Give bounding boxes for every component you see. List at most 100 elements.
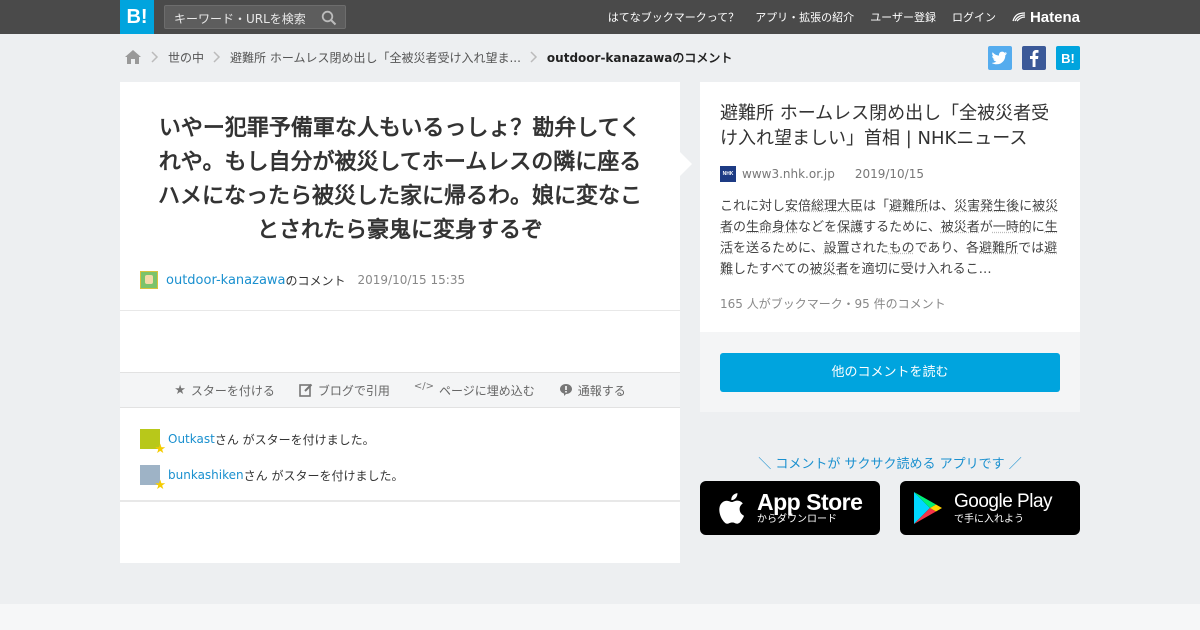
hatena-bookmark-logo[interactable]: B! — [120, 0, 154, 34]
summary-text: の — [733, 220, 747, 235]
entry-date: 2019/10/15 — [854, 167, 924, 181]
user-avatar[interactable] — [140, 271, 158, 289]
summary-text: は、 — [928, 199, 955, 214]
hatena-brand-link[interactable]: Hatena — [1012, 9, 1080, 26]
entry-title[interactable]: 避難所 ホームレス閉め出し「全被災者受け入れ望ましい」首相 | NHKニュース — [720, 101, 1065, 151]
hatena-brand-label: Hatena — [1029, 8, 1080, 26]
summary-keyword[interactable]: 避難所 — [889, 199, 928, 214]
embed-button[interactable]: </> ページに埋め込む — [413, 380, 535, 399]
nav-register[interactable]: ユーザー登録 — [870, 9, 936, 25]
report-button[interactable]: 通報する — [559, 382, 626, 399]
app-store-subtitle: からダウンロード — [757, 513, 837, 525]
blog-quote-button[interactable]: ブログで引用 — [299, 382, 390, 399]
summary-keyword[interactable]: 被災者 — [941, 220, 980, 235]
breadcrumb-category[interactable]: 世の中 — [168, 49, 204, 66]
search-placeholder: キーワード・URLを検索 — [174, 12, 306, 26]
blog-quote-label: ブログで引用 — [317, 383, 390, 398]
entry-footer: 他のコメントを読む — [700, 332, 1080, 412]
home-icon[interactable] — [124, 49, 142, 65]
read-other-comments-button[interactable]: 他のコメントを読む — [720, 353, 1060, 392]
star-icon: ★ — [154, 442, 166, 457]
summary-keyword[interactable]: 災害発生後 — [954, 199, 1019, 214]
nav-login[interactable]: ログイン — [952, 9, 996, 25]
star-text: さん がスターを付けました。 — [214, 432, 375, 447]
breadcrumb: 世の中 避難所 ホームレス閉め出し「全被災者受け入れ望ま... outdoor-… — [124, 46, 732, 68]
summary-keyword[interactable]: 安倍総理大臣 — [785, 199, 863, 214]
app-store-button[interactable]: App Store からダウンロード — [700, 481, 880, 535]
add-star-button[interactable]: ★ スターを付ける — [174, 382, 275, 399]
summary-text: を適切に受け入れるこ… — [848, 262, 992, 277]
apple-icon — [719, 493, 744, 524]
breadcrumb-entry[interactable]: 避難所 ホームレス閉め出し「全被災者受け入れ望ま... — [230, 49, 521, 66]
summary-text: するために、 — [863, 220, 941, 235]
entry-summary: これに対し安倍総理大臣は「避難所は、災害発生後に被災者の生命身体などを保護するた… — [720, 196, 1060, 280]
summary-text: された — [849, 241, 889, 256]
twitter-icon — [992, 51, 1007, 65]
summary-keyword[interactable]: 避難所 — [979, 241, 1018, 256]
chevron-right-icon — [530, 51, 537, 63]
summary-text: であり、各 — [914, 241, 980, 256]
summary-text: に — [1019, 199, 1033, 214]
summary-keyword[interactable]: もの — [889, 241, 915, 256]
google-play-icon — [914, 492, 942, 524]
nav-about[interactable]: はてなブックマークって？ — [608, 9, 739, 25]
twitter-share-button[interactable] — [988, 46, 1012, 70]
entry-card: 避難所 ホームレス閉め出し「全被災者受け入れ望ましい」首相 | NHKニュース … — [700, 82, 1080, 412]
star-list-item: ★ Outkast さん がスターを付けました。 — [140, 429, 375, 456]
summary-keyword[interactable]: 一時的 — [993, 220, 1032, 235]
page-footer — [0, 604, 1200, 630]
report-label: 通報する — [577, 383, 626, 398]
summary-text: では — [1018, 241, 1045, 256]
comment-card: いやー犯罪予備軍な人もいるっしょ？勘弁してくれや。もし自分が被災してホームレスの… — [120, 82, 692, 563]
nav-apps[interactable]: アプリ・拡張の紹介 — [755, 9, 854, 25]
star-user-link[interactable]: bunkashiken — [168, 468, 244, 482]
star-list-item: ★ bunkashiken さん がスターを付けました。 — [140, 465, 404, 492]
comment-user-suffix: のコメント — [285, 273, 346, 288]
summary-keyword[interactable]: 設置 — [824, 241, 850, 256]
divider — [120, 310, 680, 311]
comment-actions: ★ スターを付ける ブログで引用 </> ページに埋め込む 通報する — [120, 372, 680, 408]
star-icon: ★ — [174, 382, 186, 398]
divider — [120, 500, 680, 502]
hatena-icon — [1012, 11, 1025, 21]
summary-text: に — [1031, 220, 1045, 235]
app-promo-text: ＼ コメントが サクサク読める アプリです ／ — [758, 457, 1022, 472]
star-user-avatar[interactable]: ★ — [140, 429, 166, 456]
summary-text: などを — [798, 220, 838, 235]
google-play-title: Google Play — [954, 490, 1053, 512]
search-icon[interactable] — [321, 10, 337, 26]
star-user-link[interactable]: Outkast — [168, 432, 215, 446]
comment-user-link[interactable]: outdoor-kanazawa — [166, 273, 286, 288]
chevron-right-icon — [213, 51, 221, 63]
google-play-button[interactable]: Google Play で手に入れよう — [900, 481, 1080, 535]
comment-meta: outdoor-kanazawa のコメント 2019/10/15 15:35 — [140, 271, 465, 289]
summary-text: は「 — [863, 199, 890, 214]
report-icon — [559, 384, 572, 396]
summary-keyword[interactable]: 生命身体 — [746, 220, 798, 235]
hatena-bookmark-share-button[interactable]: B! — [1056, 46, 1080, 70]
add-star-label: スターを付ける — [190, 383, 275, 398]
entry-domain[interactable]: www3.nhk.or.jp — [742, 167, 835, 181]
chevron-right-icon — [151, 51, 159, 63]
star-icon: ★ — [154, 478, 166, 493]
summary-keyword[interactable]: 被災者 — [810, 262, 849, 277]
code-icon: </> — [413, 380, 435, 392]
google-play-subtitle: で手に入れよう — [954, 513, 1024, 525]
star-user-avatar[interactable]: ★ — [140, 465, 166, 492]
breadcrumb-current: outdoor-kanazawaのコメント — [546, 50, 733, 65]
entry-stats: 165 人がブックマーク・95 件のコメント — [720, 297, 946, 311]
app-store-title: App Store — [757, 488, 863, 515]
summary-text: を送るために、 — [733, 241, 824, 256]
summary-text: したすべての — [733, 262, 810, 277]
share-buttons: B! — [978, 46, 1080, 70]
summary-keyword[interactable]: 保護 — [837, 220, 863, 235]
header-nav: はてなブックマークって？ アプリ・拡張の紹介 ユーザー登録 ログイン Haten… — [592, 0, 1080, 34]
comment-datetime[interactable]: 2019/10/15 15:35 — [358, 273, 466, 287]
top-navigation-bar: B! キーワード・URLを検索 はてなブックマークって？ アプリ・拡張の紹介 ユ… — [0, 0, 1200, 34]
summary-text: これに対し — [720, 199, 786, 214]
star-text: さん がスターを付けました。 — [243, 468, 404, 483]
search-input[interactable]: キーワード・URLを検索 — [164, 5, 346, 29]
facebook-share-button[interactable] — [1022, 46, 1046, 70]
entry-meta: NHK www3.nhk.or.jp 2019/10/15 — [720, 166, 924, 182]
summary-text: が — [979, 220, 993, 235]
